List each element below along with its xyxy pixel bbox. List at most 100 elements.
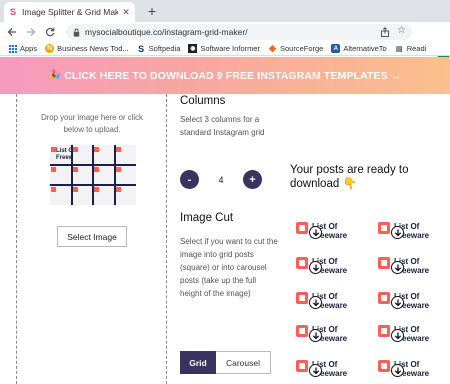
preview-logo-icon	[94, 187, 99, 192]
bookmark-star-icon[interactable]: ☆	[397, 25, 406, 36]
image-cut-heading: Image Cut	[180, 212, 234, 224]
download-icon[interactable]	[309, 226, 322, 239]
preview-tile	[72, 165, 94, 185]
preview-logo-icon	[72, 187, 78, 192]
grid-post-tile[interactable]: List Of Freeware	[376, 356, 434, 384]
download-icon[interactable]	[391, 296, 404, 309]
preview-logo-icon	[94, 167, 99, 172]
freeware-logo-icon	[296, 257, 308, 269]
freeware-logo-icon	[378, 360, 390, 372]
grid-post-tile[interactable]: List Of Freeware	[294, 253, 352, 281]
apps-grid-icon	[8, 44, 17, 53]
columns-description: Select 3 columns for a standard Instagra…	[180, 115, 265, 137]
preview-tile	[72, 145, 94, 165]
bookmark-label: Apps	[20, 44, 38, 53]
alternativeto-icon: A	[331, 44, 341, 53]
download-icon[interactable]	[391, 364, 404, 377]
preview-grid-line	[70, 145, 73, 205]
reload-icon[interactable]	[43, 25, 57, 39]
preview-tile	[115, 145, 137, 165]
grid-post-tile[interactable]: List Of Freeware	[376, 321, 434, 349]
freeware-logo-icon	[378, 257, 390, 269]
preview-tile	[115, 165, 137, 185]
bookmark-alternativeto[interactable]: A AlternativeTo	[331, 44, 387, 53]
forward-icon[interactable]	[24, 25, 38, 39]
image-cut-description: Select if you want to cut the image into…	[180, 237, 278, 298]
bookmark-label: SourceForge	[279, 44, 324, 53]
preview-tile: List Of Freeware	[50, 145, 72, 165]
download-icon[interactable]	[309, 364, 322, 377]
tab-title: Image Splitter & Grid Maker for I	[22, 7, 118, 17]
grid-post-tile[interactable]: List Of Freeware	[294, 218, 352, 246]
uploaded-image-preview: List Of Freeware	[50, 145, 136, 205]
banner-text: CLICK HERE TO DOWNLOAD 9 FREE INSTAGRAM …	[64, 69, 402, 82]
preview-logo-icon	[72, 167, 78, 172]
tab-close-icon[interactable]: ✕	[121, 7, 131, 18]
grid-post-tile[interactable]: List Of Freeware	[294, 321, 352, 349]
url-text: mysocialboutique.co/instagram-grid-maker…	[85, 27, 248, 37]
freeware-logo-icon	[296, 292, 308, 304]
bookmark-business-news[interactable]: N Business News Tod...	[45, 44, 129, 53]
download-templates-banner[interactable]: 🎉 CLICK HERE TO DOWNLOAD 9 FREE INSTAGRA…	[0, 57, 450, 94]
reading-list-icon: ▤	[395, 45, 403, 53]
grid-post-tile[interactable]: List Of Freeware	[376, 218, 434, 246]
download-icon[interactable]	[391, 226, 404, 239]
freeware-logo-icon	[378, 222, 390, 234]
drop-zone-text[interactable]: Drop your image here or click below to u…	[36, 112, 148, 136]
bookmarks-bar: Apps N Business News Tod... S Softpedia …	[0, 42, 450, 56]
download-icon[interactable]	[309, 296, 322, 309]
bookmark-sourceforge[interactable]: ◆ SourceForge	[268, 43, 324, 53]
bookmark-reading-list[interactable]: ▤ Readi	[395, 44, 427, 53]
preview-logo-icon	[51, 167, 56, 172]
preview-tile	[93, 185, 115, 205]
bookmark-softpedia[interactable]: S Softpedia	[137, 43, 180, 54]
bookmark-label: Readi	[406, 44, 427, 53]
preview-tile	[93, 165, 115, 185]
preview-logo-icon	[51, 187, 56, 192]
preview-tile	[72, 185, 94, 205]
preview-logo-icon	[94, 147, 99, 152]
browser-toolbar: mysocialboutique.co/instagram-grid-maker…	[0, 22, 450, 60]
news-icon: N	[45, 44, 55, 53]
preview-label: List Of Freeware	[56, 148, 72, 161]
bookmark-label: AlternativeTo	[343, 44, 387, 53]
address-bar[interactable]: mysocialboutique.co/instagram-grid-maker…	[66, 24, 412, 40]
preview-tile	[50, 185, 72, 205]
sourceforge-icon: ◆	[269, 43, 276, 53]
bookmark-label: Software Informer	[200, 44, 260, 53]
preview-logo-icon	[115, 167, 121, 172]
download-icon[interactable]	[391, 261, 404, 274]
bookmark-software-informer[interactable]: ◉ Software Informer	[188, 44, 260, 53]
select-image-button[interactable]: Select Image	[57, 226, 127, 247]
softpedia-icon: S	[138, 43, 145, 54]
upload-area-left-border	[16, 94, 17, 384]
browser-tab[interactable]: S Image Splitter & Grid Maker for I ✕	[4, 2, 135, 22]
download-icon[interactable]	[309, 329, 322, 342]
columns-value[interactable]: 4	[199, 175, 243, 185]
tab-strip: S Image Splitter & Grid Maker for I ✕ +	[0, 0, 450, 22]
freeware-logo-icon	[296, 222, 308, 234]
download-icon[interactable]	[391, 329, 404, 342]
grid-post-tile[interactable]: List Of Freeware	[294, 356, 352, 384]
lock-icon	[73, 28, 80, 37]
freeware-logo-icon	[296, 325, 308, 337]
grid-option-button[interactable]: Grid	[180, 351, 216, 374]
download-icon[interactable]	[309, 261, 322, 274]
increase-columns-button[interactable]: +	[243, 170, 262, 189]
preview-logo-icon	[115, 187, 121, 192]
preview-tile	[93, 145, 115, 165]
grid-post-tile[interactable]: List Of Freeware	[376, 288, 434, 316]
decrease-columns-button[interactable]: -	[180, 170, 199, 189]
carousel-option-button[interactable]: Carousel	[216, 351, 271, 374]
freeware-logo-icon	[296, 360, 308, 372]
share-icon[interactable]	[380, 27, 390, 37]
grid-post-tile[interactable]: List Of Freeware	[294, 288, 352, 316]
back-icon[interactable]	[5, 25, 19, 39]
new-tab-icon[interactable]: +	[144, 3, 160, 19]
grid-post-tile[interactable]: List Of Freeware	[376, 253, 434, 281]
preview-tile	[50, 165, 72, 185]
party-popper-icon: 🎉	[48, 70, 62, 81]
preview-logo-icon	[115, 147, 121, 152]
columns-stepper: - 4 +	[180, 170, 262, 189]
bookmark-apps[interactable]: Apps	[8, 44, 37, 53]
